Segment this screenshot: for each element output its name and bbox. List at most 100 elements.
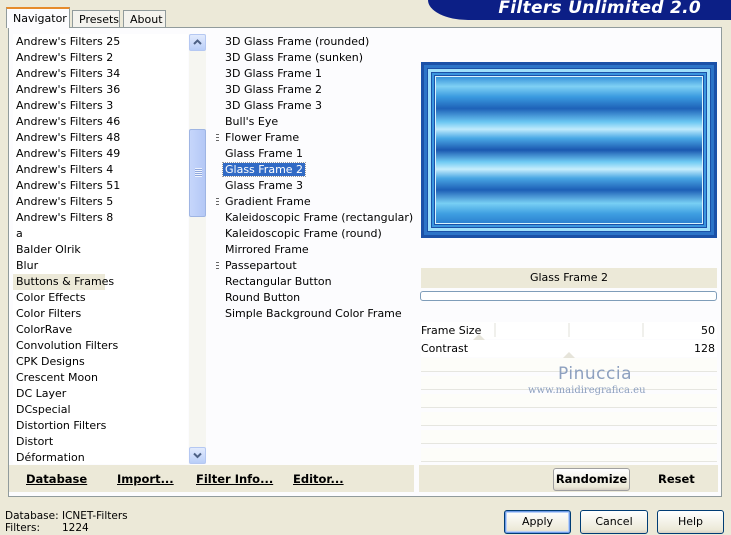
folder-grip-icon [216, 262, 219, 271]
filter-item[interactable]: Bull's Eye [222, 114, 412, 130]
filter-item-label: Bull's Eye [225, 115, 279, 128]
filter-item[interactable]: 3D Glass Frame 3 [222, 98, 412, 114]
param-empty-row [421, 394, 717, 408]
param-empty-row [421, 412, 717, 426]
category-item[interactable]: Andrew's Filters 5 [13, 194, 188, 210]
status-filters-value: 1224 [62, 522, 89, 534]
filter-item-label: Mirrored Frame [225, 243, 309, 256]
progress-bar [420, 291, 717, 301]
filter-item-label: 3D Glass Frame 2 [225, 83, 323, 96]
slider-marks [473, 323, 644, 358]
filter-item[interactable]: Glass Frame 1 [222, 146, 412, 162]
database-button[interactable]: Database [26, 472, 87, 486]
param-empty-row [421, 448, 717, 462]
folder-grip-icon [216, 134, 219, 143]
filter-preview [421, 62, 717, 238]
filter-item[interactable]: 3D Glass Frame 2 [222, 82, 412, 98]
filter-item-label: Kaleidoscopic Frame (rectangular) [225, 211, 414, 224]
category-item[interactable]: Andrew's Filters 3 [13, 98, 188, 114]
filter-item[interactable]: Kaleidoscopic Frame (rectangular) [222, 210, 414, 226]
reset-button[interactable]: Reset [658, 472, 695, 486]
category-item[interactable]: Andrew's Filters 49 [13, 146, 188, 162]
cancel-button[interactable]: Cancel [580, 510, 648, 534]
filter-item-label: Glass Frame 3 [225, 179, 304, 192]
apply-button[interactable]: Apply [504, 510, 571, 534]
chevron-down-icon [193, 452, 202, 459]
filter-item-label: Simple Background Color Frame [225, 307, 402, 320]
scroll-down-button[interactable] [189, 447, 206, 464]
filter-item[interactable]: Flower Frame [216, 130, 412, 146]
category-item[interactable]: Blur [13, 258, 188, 274]
category-list[interactable]: Andrew's Filters 25 Andrew's Filters 2 And… [13, 34, 188, 464]
panel-toolbar: Database Import... Filter Info... Editor… [9, 465, 414, 492]
filter-item-label: Glass Frame 1 [225, 147, 304, 160]
filter-item-label: 3D Glass Frame (rounded) [225, 35, 370, 48]
param-empty-row [421, 430, 717, 444]
tab-presets[interactable]: Presets [72, 10, 120, 28]
folder-grip-icon [216, 198, 219, 207]
tab-navigator[interactable]: Navigator [6, 7, 70, 28]
category-item[interactable]: Andrew's Filters 51 [13, 178, 188, 194]
title-banner: Filters Unlimited 2.0 [428, 0, 731, 20]
filter-item[interactable]: Glass Frame 3 [222, 178, 412, 194]
filter-info-button[interactable]: Filter Info... [196, 472, 273, 486]
filter-item-label: Passepartout [225, 259, 297, 272]
filter-item[interactable]: Mirrored Frame [222, 242, 412, 258]
category-item[interactable]: Déformation [13, 450, 188, 464]
watermark-url: www.maidiregrafica.eu [528, 385, 646, 396]
filter-item[interactable]: Gradient Frame [216, 194, 412, 210]
category-item[interactable]: Andrew's Filters 8 [13, 210, 188, 226]
category-item[interactable]: Buttons & Frames [13, 274, 114, 290]
category-item[interactable]: DC Layer [13, 386, 188, 402]
filter-item[interactable]: Passepartout [216, 258, 412, 274]
filter-item-label: 3D Glass Frame 1 [225, 67, 323, 80]
filter-item[interactable]: 3D Glass Frame (sunken) [222, 50, 412, 66]
category-item[interactable]: Balder Olrik [13, 242, 188, 258]
filter-item-label: Flower Frame [225, 131, 300, 144]
watermark-name: Pinuccia [558, 364, 632, 384]
editor-button[interactable]: Editor... [293, 472, 344, 486]
category-item[interactable]: Andrew's Filters 25 [13, 34, 188, 50]
scroll-thumb[interactable] [189, 129, 206, 217]
grip-icon [195, 168, 202, 177]
category-item[interactable]: a [13, 226, 188, 242]
category-item[interactable]: Color Filters [13, 306, 188, 322]
filter-item[interactable]: Simple Background Color Frame [222, 306, 412, 322]
category-item[interactable]: ColorRave [13, 322, 188, 338]
filter-item[interactable]: 3D Glass Frame 1 [222, 66, 412, 82]
import-button[interactable]: Import... [117, 472, 174, 486]
category-item[interactable]: Andrew's Filters 46 [13, 114, 188, 130]
filter-list[interactable]: 3D Glass Frame (rounded) 3D Glass Frame (… [216, 34, 414, 464]
category-item[interactable]: Color Effects [13, 290, 188, 306]
filter-item[interactable]: Rectangular Button [222, 274, 412, 290]
filter-item-label: 3D Glass Frame (sunken) [225, 51, 363, 64]
status-database-value: ICNET-Filters [62, 510, 128, 522]
app-title: Filters Unlimited 2.0 [498, 0, 701, 18]
help-button[interactable]: Help [657, 510, 724, 534]
filter-item-label: Gradient Frame [225, 195, 311, 208]
filter-item[interactable]: Glass Frame 2 [221, 162, 412, 178]
category-item[interactable]: Distort [13, 434, 188, 450]
filter-item[interactable]: Round Button [222, 290, 412, 306]
filter-item[interactable]: Kaleidoscopic Frame (round) [222, 226, 412, 242]
category-item[interactable]: Crescent Moon [13, 370, 188, 386]
randomize-button[interactable]: Randomize [553, 468, 630, 491]
category-item[interactable]: Andrew's Filters 48 [13, 130, 188, 146]
scroll-up-button[interactable] [189, 34, 206, 51]
status-database-label: Database: [5, 510, 59, 522]
filter-item[interactable]: 3D Glass Frame (rounded) [222, 34, 412, 50]
filter-item-label: Rectangular Button [225, 275, 332, 288]
chevron-up-icon [193, 39, 202, 45]
category-item[interactable]: Convolution Filters [13, 338, 188, 354]
category-item[interactable]: Distortion Filters [13, 418, 188, 434]
category-item[interactable]: Andrew's Filters 34 [13, 66, 188, 82]
category-item[interactable]: Andrew's Filters 2 [13, 50, 188, 66]
tab-about[interactable]: About [123, 10, 166, 28]
category-item[interactable]: Andrew's Filters 4 [13, 162, 188, 178]
category-scrollbar[interactable] [189, 34, 206, 464]
category-item[interactable]: Andrew's Filters 36 [13, 82, 188, 98]
filter-item-label: Kaleidoscopic Frame (round) [225, 227, 382, 240]
selected-filter-name: Glass Frame 2 [421, 268, 717, 288]
category-item[interactable]: CPK Designs [13, 354, 188, 370]
category-item[interactable]: DCspecial [13, 402, 188, 418]
